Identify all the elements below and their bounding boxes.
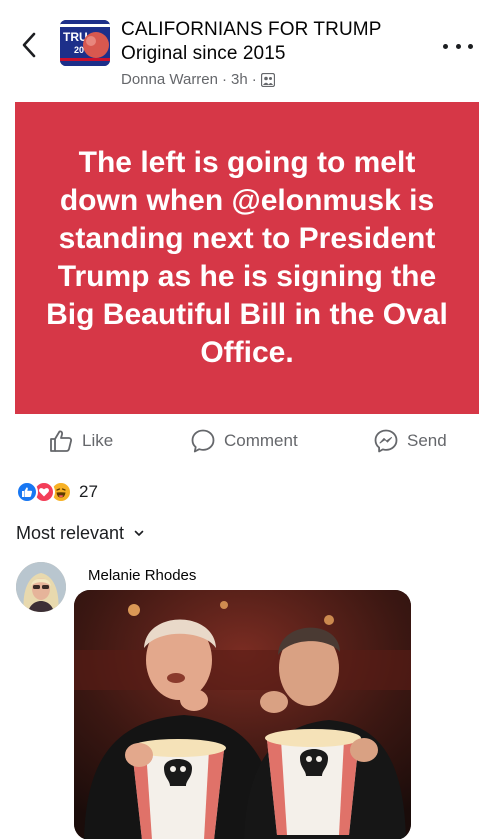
reaction-count: 27 — [79, 482, 98, 501]
chevron-down-icon — [134, 530, 144, 536]
group-name-line1: CALIFORNIANS FOR TRUMP — [121, 19, 382, 40]
comment-attached-image[interactable] — [74, 590, 411, 839]
commenter-name[interactable]: Melanie Rhodes — [88, 567, 196, 584]
group-name[interactable]: CALIFORNIANS FOR TRUMP Original since 20… — [121, 18, 421, 66]
comment-sort-dropdown[interactable]: Most relevant — [16, 523, 144, 544]
group-name-line2: Original since 2015 — [121, 43, 286, 64]
more-dot-icon — [468, 43, 473, 49]
back-button[interactable] — [14, 30, 44, 60]
comment-button[interactable]: Comment — [190, 420, 298, 462]
more-dot-icon — [443, 43, 448, 49]
commenter-avatar[interactable] — [16, 562, 66, 612]
more-options-button[interactable] — [443, 36, 473, 56]
meta-separator-2: · — [251, 71, 257, 88]
comment-bubble-icon — [191, 429, 215, 453]
post-header: TRU 20 CALIFORNIANS FOR TRUMP Original s… — [0, 0, 493, 100]
header-text: CALIFORNIANS FOR TRUMP Original since 20… — [121, 18, 421, 90]
group-audience-icon — [260, 73, 275, 87]
avatar-number: 20 — [74, 45, 84, 55]
send-button[interactable]: Send — [373, 420, 447, 462]
like-reaction-icon — [16, 481, 38, 503]
post-time[interactable]: 3h — [231, 70, 248, 90]
messenger-icon — [374, 429, 398, 453]
post-text: The left is going to melt down when @elo… — [46, 146, 448, 369]
thumbs-up-icon — [50, 430, 73, 452]
sort-label: Most relevant — [16, 523, 125, 543]
like-label: Like — [82, 431, 114, 450]
send-label: Send — [407, 431, 447, 450]
comment-label: Comment — [224, 431, 298, 450]
group-avatar[interactable]: TRU 20 — [60, 20, 110, 66]
like-button[interactable]: Like — [48, 420, 113, 462]
author-name[interactable]: Donna Warren — [121, 70, 218, 90]
post-meta: Donna Warren · 3h · — [121, 70, 421, 90]
post-actions-bar: Like Comment Send — [0, 420, 493, 462]
more-dot-icon — [455, 43, 461, 49]
reactions-summary[interactable]: 27 — [16, 480, 98, 504]
post-text-image[interactable]: The left is going to melt down when @elo… — [15, 102, 479, 414]
chevron-left-icon — [22, 32, 36, 58]
meta-separator: · — [222, 71, 227, 88]
